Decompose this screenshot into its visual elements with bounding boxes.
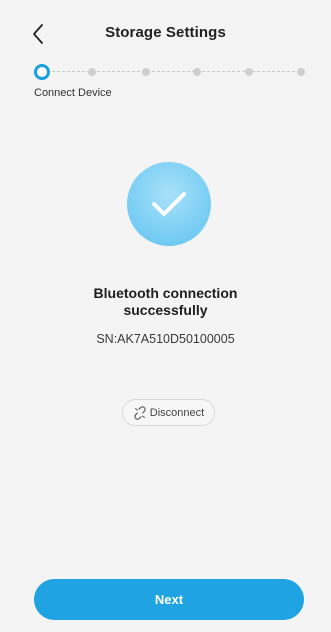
serial-number: SN:AK7A510D50100005 (96, 332, 235, 346)
step-5-dot (245, 68, 253, 76)
step-2-dot (88, 68, 96, 76)
step-6-dot (297, 68, 305, 76)
step-1-dot (34, 64, 50, 80)
current-step-label: Connect Device (34, 87, 112, 99)
status-title-line-1: Bluetooth connection (93, 285, 238, 301)
connection-status-title: Bluetooth connection successfully (0, 285, 331, 319)
next-button[interactable]: Next (34, 579, 304, 620)
disconnect-label: Disconnect (149, 406, 205, 419)
step-3-dot (142, 68, 150, 76)
success-badge (127, 162, 211, 246)
header: Storage Settings (0, 0, 331, 66)
unlink-icon (134, 405, 146, 420)
step-4-dot (193, 68, 201, 76)
disconnect-button[interactable]: Disconnect (122, 399, 215, 426)
progress-stepper (34, 64, 306, 80)
checkmark-icon (152, 192, 186, 216)
status-title-line-2: successfully (123, 302, 208, 318)
page-title: Storage Settings (105, 24, 226, 41)
stepper-line (42, 71, 300, 72)
